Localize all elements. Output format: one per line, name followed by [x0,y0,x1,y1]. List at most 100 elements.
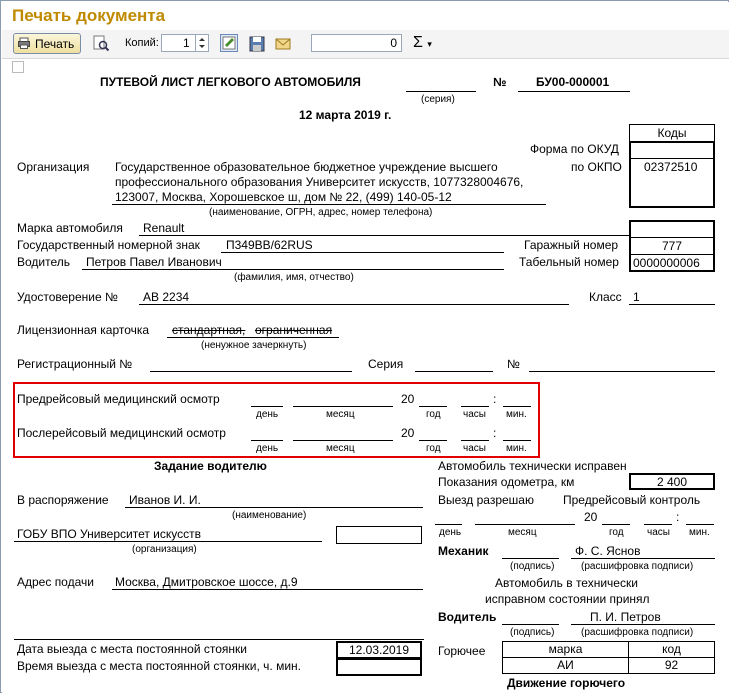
tab-cell: 0000000006 [629,254,715,272]
task-org-caption: (организация) [132,544,197,555]
post-day: день [256,443,279,454]
print-window: Печать документа Печать Копий: 1 0 Σ ▾ П… [0,0,729,693]
driver2-label: Водитель [438,610,497,624]
title-bar: Печать документа [2,2,729,30]
post-twenty: 20 [401,426,415,440]
okud-cell [629,141,715,159]
edit-mode-icon[interactable] [220,34,238,52]
task-title: Задание водителю [154,459,267,473]
pre-hours: часы [463,409,486,420]
post-month: месяц [326,443,355,454]
accepted-line-1: Автомобиль в технически [495,576,638,590]
save-icon[interactable] [248,35,266,53]
disposal-value: Иванов И. И. [129,493,201,507]
allow-year: год [609,527,624,538]
allow-twenty: 20 [584,510,598,524]
corner-marker [12,61,24,73]
license-value: АВ 2234 [143,290,190,304]
fuel-code-header: код [628,641,715,658]
pre-control-label: Предрейсовый контроль [563,493,701,507]
departure-time-label: Время выезда с места постоянной стоянки,… [17,659,302,673]
fuel-move-title: Движение горючего [507,676,626,690]
driver2-name: П. И. Петров [590,610,661,624]
copies-value: 1 [183,36,190,50]
okpo-cell: 02372510 [629,158,715,208]
card-label: Лицензионная карточка [17,323,150,337]
post-medical-label: Послерейсовый медицинский осмотр [17,426,226,440]
addr-value: Москва, Дмитровское шоссе, д.9 [115,575,298,589]
license-label: Удостоверение № [17,290,118,304]
email-icon[interactable] [274,35,292,53]
mechanic-name: Ф. С. Яснов [575,544,641,558]
task-org: ГОБУ ВПО Университет искусств [17,527,202,541]
preview-icon[interactable] [92,35,110,53]
allow-month: месяц [508,527,537,538]
allow-day: день [439,527,462,538]
departure-label: Дата выезда с места постоянной стоянки [17,642,247,656]
copies-label: Копий: [125,37,159,49]
printer-icon [18,37,30,49]
garage-label: Гаражный номер [524,238,619,252]
pre-day: день [256,409,279,420]
allow-label: Выезд разрешаю [438,493,534,507]
mechanic-sign-caption: (подпись) [510,561,555,572]
driver2-decode-caption: (расшифровка подписи) [581,627,694,638]
garage-cell: 777 [629,237,715,255]
allow-colon: : [676,510,680,524]
tab-label: Табельный номер [519,255,619,269]
org-line-3: 123007, Москва, Хорошевское ш, дом № 22,… [115,190,452,204]
driver-label: Водитель [17,255,71,269]
driver2-sign-caption: (подпись) [510,627,555,638]
card-caption: (ненужное зачеркнуть) [201,340,307,351]
org-label: Организация [17,160,90,174]
post-hours: часы [463,443,486,454]
brand-label: Марка автомобиля [17,221,123,235]
card-limited: ограниченная [255,323,333,337]
doc-date: 12 марта 2019 г. [299,108,392,122]
class-value: 1 [633,290,640,304]
fuel-brand-cell: АИ [502,657,629,674]
pre-min: мин. [506,409,527,420]
driver-caption: (фамилия, имя, отчество) [234,272,354,283]
departure-time-cell [336,658,422,676]
print-button[interactable]: Печать [13,33,81,54]
odo-cell: 2 400 [629,473,715,490]
pre-month: месяц [326,409,355,420]
brand-value: Renault [143,221,185,235]
post-colon: : [493,426,497,440]
plate-value: П349ВВ/62RUS [226,238,313,252]
brand-code-cell [629,220,715,238]
fuel-brand-header: марка [502,641,629,658]
card-standard: стандартная, [172,323,246,337]
okud-label: Форма по ОКУД [530,142,619,156]
pre-colon: : [493,392,497,406]
ok-label: Автомобиль технически исправен [438,459,627,473]
codes-header: Коды [629,124,715,142]
addr-label: Адрес подачи [17,575,94,589]
copies-stepper[interactable]: 1 [161,34,209,52]
copies-spin-icon[interactable] [195,35,208,51]
driver-name: Петров Павел Иванович [86,255,222,269]
series-caption: (серия) [421,94,455,105]
allow-hours: часы [647,527,670,538]
odo-label: Показания одометра, км [438,475,575,489]
window-title: Печать документа [12,6,166,25]
toolbar: Печать Копий: 1 0 Σ ▾ [2,30,729,59]
sum-field[interactable]: 0 [311,34,402,52]
reg-number-label: № [507,357,520,371]
mechanic-label: Механик [438,544,489,558]
org-caption: (наименование, ОГРН, адрес, номер телефо… [209,207,433,218]
okpo-label: по ОКПО [571,160,622,174]
reg-series-label: Серия [368,357,404,371]
pre-year: год [426,409,441,420]
plate-label: Государственный номерной знак [17,238,200,252]
doc-number: БУ00-000001 [536,75,610,89]
number-sign: № [493,75,507,89]
org-line-1: Государственное образовательное бюджетно… [115,160,498,174]
allow-min: мин. [689,527,710,538]
departure-cell: 12.03.2019 [336,641,422,659]
document-area: ПУТЕВОЙ ЛИСТ ЛЕГКОВОГО АВТОМОБИЛЯ (серия… [2,59,729,693]
post-min: мин. [506,443,527,454]
sum-value: 0 [390,36,397,50]
sum-menu-icon[interactable]: Σ ▾ [413,34,432,52]
